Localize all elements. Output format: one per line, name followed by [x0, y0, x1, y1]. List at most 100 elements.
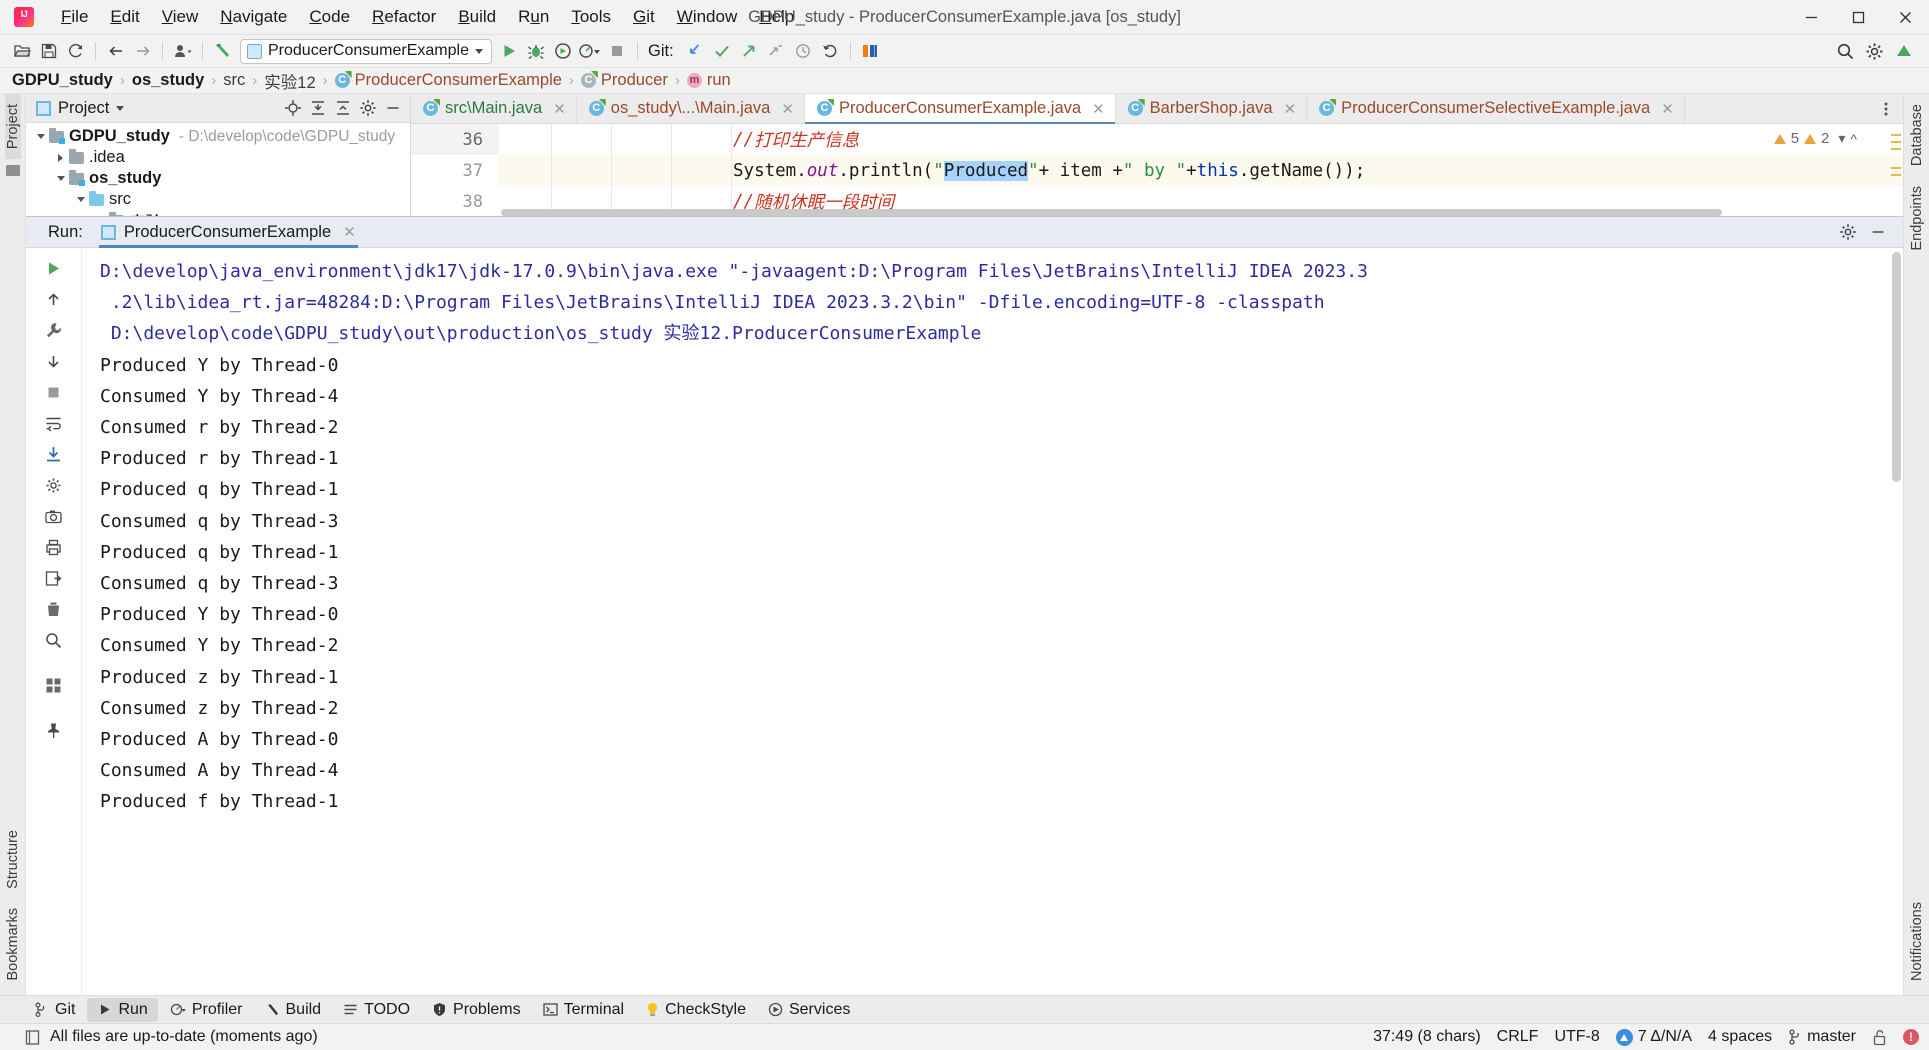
- project-view-chevron-down-icon[interactable]: [116, 105, 125, 111]
- editor-tab-0[interactable]: src\Main.java ✕: [411, 94, 577, 123]
- editor-scrollbar-thumb[interactable]: [501, 209, 1723, 216]
- tool-window-terminal[interactable]: Terminal: [533, 998, 634, 1022]
- tree-node-0[interactable]: GDPU_study - D:\develop\code\GDPU_study: [26, 126, 410, 147]
- problems-error-icon[interactable]: [1903, 1029, 1919, 1045]
- breadcrumb-item-6[interactable]: run: [686, 71, 731, 90]
- chevron-right-icon[interactable]: [52, 153, 69, 162]
- menu-item-refactor[interactable]: Refactor: [361, 3, 447, 31]
- build-icon[interactable]: [209, 39, 236, 64]
- run-tab-producerconsumerexample[interactable]: ProducerConsumerExample ✕: [93, 217, 364, 248]
- menu-item-run[interactable]: Run: [507, 3, 560, 31]
- save-all-icon[interactable]: [35, 39, 62, 64]
- menu-item-window[interactable]: Window: [666, 3, 748, 31]
- breadcrumb-item-2[interactable]: src: [223, 71, 245, 90]
- git-commit-icon[interactable]: [709, 39, 736, 64]
- console-scrollbar[interactable]: [1890, 248, 1903, 995]
- inspection-chevron-down-icon[interactable]: ▾: [1838, 130, 1845, 147]
- up-stack-icon[interactable]: [39, 285, 69, 314]
- open-icon[interactable]: [8, 39, 35, 64]
- git-history-icon[interactable]: [790, 39, 817, 64]
- menu-item-view[interactable]: View: [151, 3, 210, 31]
- editor-gutter[interactable]: 36 37 38: [411, 124, 499, 216]
- ai-assistant-icon[interactable]: [857, 39, 884, 64]
- tool-window-todo[interactable]: TODO: [333, 998, 420, 1022]
- rerun-icon[interactable]: [39, 254, 69, 283]
- rail-item-database[interactable]: Database: [1909, 94, 1925, 176]
- breadcrumb-item-3[interactable]: 实验12: [264, 69, 315, 93]
- expand-all-icon[interactable]: [307, 97, 329, 119]
- stop-console-icon[interactable]: [39, 378, 69, 407]
- rail-item-project[interactable]: Project: [4, 94, 21, 160]
- export-icon[interactable]: [39, 564, 69, 593]
- tab-close-icon[interactable]: ✕: [781, 100, 794, 118]
- clear-all-trash-icon[interactable]: [39, 595, 69, 624]
- menu-item-edit[interactable]: Edit: [99, 3, 150, 31]
- editor-tab-4[interactable]: ProducerConsumerSelectiveExample.java ✕: [1307, 94, 1685, 123]
- wrench-icon[interactable]: [39, 316, 69, 345]
- soft-wrap-icon[interactable]: [39, 409, 69, 438]
- line-separator[interactable]: CRLF: [1497, 1028, 1539, 1046]
- code-line[interactable]: // 打印生产信息: [499, 124, 1903, 155]
- menu-item-navigate[interactable]: Navigate: [209, 3, 298, 31]
- menu-item-help[interactable]: Help: [748, 3, 805, 31]
- tab-close-icon[interactable]: ✕: [1092, 100, 1105, 118]
- git-branch-widget[interactable]: master: [1788, 1028, 1856, 1046]
- tool-window-build[interactable]: Build: [255, 998, 332, 1022]
- tool-window-services[interactable]: Services: [758, 998, 860, 1022]
- locate-file-icon[interactable]: [282, 97, 304, 119]
- rail-item-endpoints[interactable]: Endpoints: [1909, 176, 1925, 261]
- editor-horizontal-scrollbar[interactable]: [501, 209, 1889, 216]
- profile-selector-icon[interactable]: [169, 39, 196, 64]
- screenshot-camera-icon[interactable]: [39, 502, 69, 531]
- pin-tab-icon[interactable]: [39, 716, 69, 745]
- editor-tab-2[interactable]: ProducerConsumerExample.java ✕: [804, 94, 1116, 124]
- inspection-widget[interactable]: 5 2 ▾ ^: [1773, 130, 1857, 147]
- layout-settings-icon[interactable]: [39, 671, 69, 700]
- updates-icon[interactable]: [1890, 39, 1917, 64]
- file-encoding[interactable]: UTF-8: [1554, 1028, 1599, 1046]
- tool-window-run[interactable]: Run: [87, 997, 158, 1022]
- code-line[interactable]: System. out .println(" Produced " + item + …: [499, 155, 1903, 186]
- hide-panel-icon[interactable]: [382, 97, 404, 119]
- debug-icon[interactable]: [523, 39, 550, 64]
- reload-icon[interactable]: [62, 39, 89, 64]
- menu-item-build[interactable]: Build: [447, 3, 507, 31]
- git-update-icon[interactable]: [682, 39, 709, 64]
- run-with-coverage-icon[interactable]: [550, 39, 577, 64]
- tab-more-options-icon[interactable]: [1875, 98, 1897, 120]
- console-output[interactable]: D:\develop\java_environment\jdk17\jdk-17…: [82, 248, 1903, 995]
- breadcrumb-item-0[interactable]: GDPU_study: [12, 71, 113, 90]
- chevron-down-icon[interactable]: [32, 134, 49, 139]
- tool-window-checkstyle[interactable]: CheckStyle: [636, 998, 756, 1022]
- menu-item-code[interactable]: Code: [298, 3, 361, 31]
- git-push-icon[interactable]: [736, 39, 763, 64]
- breadcrumb-item-5[interactable]: Producer: [580, 71, 668, 90]
- editor-tab-1[interactable]: os_study\...\Main.java ✕: [576, 94, 805, 123]
- indent-setting[interactable]: 4 spaces: [1708, 1028, 1772, 1046]
- tool-window-git[interactable]: Git: [24, 998, 85, 1022]
- search-everywhere-icon[interactable]: [1832, 39, 1859, 64]
- minimize-button[interactable]: [1788, 0, 1835, 35]
- tab-close-icon[interactable]: ✕: [1284, 100, 1297, 118]
- menu-item-git[interactable]: Git: [622, 3, 666, 31]
- console-search-icon[interactable]: [39, 626, 69, 655]
- caret-position[interactable]: 37:49 (8 chars): [1373, 1028, 1481, 1046]
- tree-node-2[interactable]: os_study: [26, 168, 410, 189]
- git-branch-icon[interactable]: [763, 39, 790, 64]
- breadcrumb-item-1[interactable]: os_study: [132, 71, 204, 90]
- git-rollback-icon[interactable]: [817, 39, 844, 64]
- chevron-down-icon[interactable]: [52, 176, 69, 181]
- rail-item-bookmarks[interactable]: Bookmarks: [5, 898, 21, 991]
- collapse-all-icon[interactable]: [332, 97, 354, 119]
- console-scrollbar-thumb[interactable]: [1892, 252, 1901, 482]
- forward-icon[interactable]: [129, 39, 156, 64]
- down-stack-icon[interactable]: [39, 347, 69, 376]
- editor-tab-3[interactable]: BarberShop.java ✕: [1115, 94, 1308, 123]
- tree-node-1[interactable]: .idea: [26, 147, 410, 168]
- rail-item-notifications[interactable]: Notifications: [1909, 892, 1925, 991]
- stop-icon[interactable]: [604, 39, 631, 64]
- chevron-down-icon[interactable]: [72, 197, 89, 202]
- run-configuration-selector[interactable]: ProducerConsumerExample: [240, 38, 492, 64]
- profiler-icon[interactable]: [577, 39, 604, 64]
- project-settings-gear-icon[interactable]: [357, 97, 379, 119]
